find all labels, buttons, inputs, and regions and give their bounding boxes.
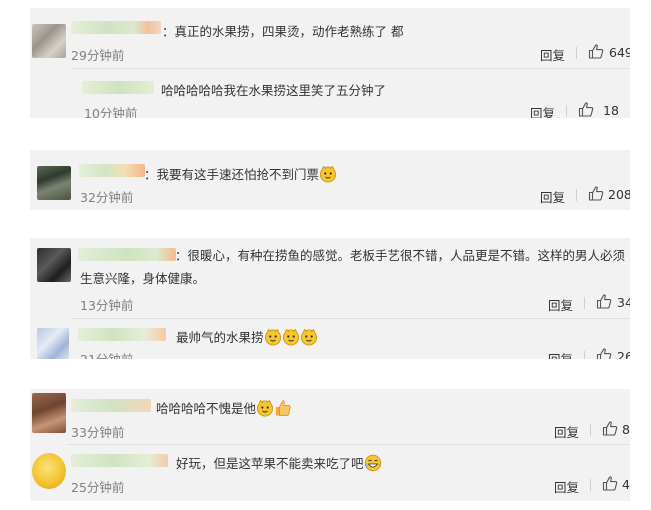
divider <box>566 105 567 117</box>
reply-divider <box>72 68 630 69</box>
like-count[interactable]: 34 <box>617 295 630 310</box>
reply-button[interactable]: 回复 <box>554 477 579 496</box>
divider <box>584 351 585 359</box>
comment-text: 哈哈哈哈不愧是他 <box>156 398 292 417</box>
comment-card: ：很暖心，有种在捞鱼的感觉。老板手艺很不错，人品更是不错。这样的男人必须生意兴隆… <box>30 238 630 359</box>
username-blurred[interactable] <box>71 399 151 412</box>
like-count[interactable]: 26 <box>617 349 630 359</box>
like-count[interactable]: 8 <box>622 422 630 437</box>
reply-button[interactable]: 回复 <box>540 187 565 206</box>
avatar[interactable] <box>37 248 71 282</box>
doge-emoji <box>282 328 300 346</box>
doge-emoji <box>256 399 274 417</box>
like-count[interactable]: 208 <box>608 187 630 202</box>
avatar[interactable] <box>37 166 71 200</box>
thumbs-up-icon[interactable] <box>602 421 618 436</box>
reply-time: 21分钟前 <box>80 349 133 359</box>
comment-text: 好玩，但是这苹果不能卖来吃了吧 <box>176 453 382 472</box>
like-count[interactable]: 4 <box>622 477 630 492</box>
reply-button[interactable]: 回复 <box>548 295 573 314</box>
avatar[interactable] <box>32 24 66 58</box>
comment-time: 32分钟前 <box>80 190 134 205</box>
divider <box>590 479 591 491</box>
thumbs-up-icon[interactable] <box>596 294 612 309</box>
like-count[interactable]: 649 <box>609 45 630 60</box>
comment-card: ：我要有这手速还怕抢不到门票 32分钟前 回复 208 <box>30 150 630 210</box>
comment-divider <box>68 444 630 445</box>
thumbs-up-icon[interactable] <box>602 476 618 491</box>
doge-emoji <box>264 328 282 346</box>
reply-time: 10分钟前 <box>84 106 138 118</box>
avatar[interactable] <box>32 453 66 489</box>
laughing-emoji <box>364 454 382 472</box>
comment-card: ：真正的水果捞，四果烫，动作老熟练了 都 29分钟前 回复 649 哈哈哈哈哈我… <box>30 8 630 118</box>
thumbs-up-emoji <box>274 399 292 417</box>
comment-text-content: 哈哈哈哈不愧是他 <box>156 401 257 416</box>
comment-text-content: ：我要有这手速还怕抢不到门票 <box>144 167 320 182</box>
avatar[interactable] <box>32 393 66 433</box>
username-blurred[interactable] <box>78 328 166 341</box>
divider <box>590 424 591 436</box>
username-blurred[interactable] <box>79 164 145 177</box>
username-blurred[interactable] <box>71 454 168 467</box>
reply-divider <box>72 318 630 319</box>
comment-time: 29分钟前 <box>71 48 125 63</box>
comment-text: ：我要有这手速还怕抢不到门票 <box>144 164 337 183</box>
reply-text: 最帅气的水果捞 <box>176 327 318 346</box>
comment-text: ：真正的水果捞，四果烫，动作老熟练了 都 <box>162 24 404 39</box>
reply-button[interactable]: 回复 <box>554 422 579 441</box>
username-blurred[interactable] <box>82 81 154 94</box>
doge-emoji <box>319 165 337 183</box>
divider <box>584 297 585 309</box>
username-blurred[interactable] <box>71 21 161 34</box>
comment-time: 33分钟前 <box>71 425 125 440</box>
reply-button[interactable]: 回复 <box>530 103 555 118</box>
reply-text-content: 最帅气的水果捞 <box>176 330 264 345</box>
reply-button[interactable]: 回复 <box>540 45 565 64</box>
reply-button[interactable]: 回复 <box>548 349 573 359</box>
divider <box>576 189 577 201</box>
divider <box>576 47 577 59</box>
comment-card: 哈哈哈哈不愧是他 33分钟前 回复 8 好玩，但是这苹果不能卖来吃了吧 25分钟… <box>30 389 630 501</box>
thumbs-up-icon[interactable] <box>588 44 604 59</box>
thumbs-up-icon[interactable] <box>596 348 612 359</box>
comment-time: 25分钟前 <box>71 480 125 495</box>
reply-text: 哈哈哈哈哈我在水果捞这里笑了五分钟了 <box>161 83 387 98</box>
thumbs-up-icon[interactable] <box>588 186 604 201</box>
doge-emoji <box>300 328 318 346</box>
comment-text: ：很暖心，有种在捞鱼的感觉。老板手艺很不错，人品更是不错。这样的男人必须生意兴隆… <box>80 248 626 286</box>
like-count[interactable]: 18 <box>603 103 619 118</box>
avatar[interactable] <box>37 328 69 359</box>
comment-text-content: 好玩，但是这苹果不能卖来吃了吧 <box>176 456 364 471</box>
thumbs-up-icon[interactable] <box>578 102 594 117</box>
comment-time: 13分钟前 <box>80 298 134 313</box>
